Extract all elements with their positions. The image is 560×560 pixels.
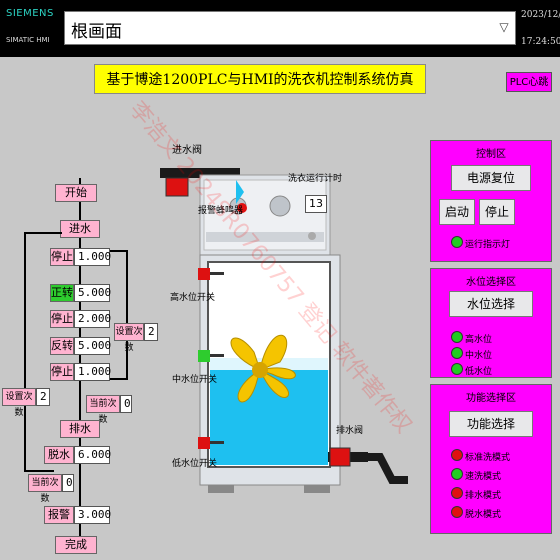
flow-stop2-value[interactable]: 2.000 <box>74 310 111 328</box>
function-panel: 功能选择区 功能选择 标准洗模式 速洗模式 排水模式 脱水模式 <box>430 384 552 534</box>
function-select-button[interactable]: 功能选择 <box>449 411 533 437</box>
control-panel-title: 控制区 <box>476 149 506 160</box>
water-level-panel: 水位选择区 水位选择 高水位 中水位 低水位 <box>430 268 552 378</box>
screen-selector[interactable]: 根画面 ▽ <box>64 11 516 45</box>
flow-alarm-value[interactable]: 3.000 <box>74 506 111 524</box>
flow-water-in: 进水 <box>60 220 100 238</box>
current-count-outer-value: 0 <box>62 474 74 492</box>
current-count-outer-label: 当前次数 <box>28 474 62 504</box>
drain-mode-led <box>451 487 463 499</box>
run-indicator-led <box>451 236 463 248</box>
wash-timer-value: 13 <box>305 195 327 213</box>
header-bar: SIEMENS SIMATIC HMI 根画面 ▽ 2023/12/7 17:2… <box>0 0 560 57</box>
siemens-logo: SIEMENS SIMATIC HMI <box>4 4 62 48</box>
drain-valve-label: 排水阀 <box>336 426 364 436</box>
control-panel: 控制区 电源复位 启动 停止 运行指示灯 <box>430 140 552 262</box>
washing-machine-graphic <box>160 168 408 493</box>
high-level-label: 高水位 <box>465 335 493 345</box>
screen-name: 根画面 <box>71 22 122 42</box>
quick-mode-label: 速洗模式 <box>465 472 502 482</box>
dehydrate-mode-label: 脱水模式 <box>465 510 502 520</box>
flow-loop-right <box>126 250 128 380</box>
water-level-panel-title: 水位选择区 <box>466 277 516 288</box>
brand-name: SIEMENS <box>6 8 54 19</box>
dehydrate-mode-led <box>451 506 463 518</box>
chevron-down-icon[interactable]: ▽ <box>497 20 511 34</box>
low-level-led <box>451 363 463 375</box>
current-count-inner-value: 0 <box>120 395 132 413</box>
page-title: 基于博途1200PLC与HMI的洗衣机控制系统仿真 <box>94 64 426 94</box>
date-display: 2023/12/7 <box>521 10 560 20</box>
standard-mode-label: 标准洗模式 <box>465 453 511 463</box>
wash-timer-label: 洗衣运行计时 <box>288 174 343 184</box>
flow-outer-loop-left <box>24 232 26 472</box>
set-count-outer-value[interactable]: 2 <box>36 388 50 406</box>
flow-outer-loop-bottom <box>24 470 54 472</box>
flow-outer-loop-top <box>24 232 62 234</box>
high-level-switch-label: 高水位开关 <box>170 293 216 303</box>
flow-stop3-value[interactable]: 1.000 <box>74 363 111 381</box>
flow-forward-value[interactable]: 5.000 <box>74 284 111 302</box>
quick-mode-led <box>451 468 463 480</box>
start-button[interactable]: 启动 <box>439 199 475 225</box>
flow-start: 开始 <box>55 184 97 202</box>
inlet-valve-label: 进水阀 <box>172 145 202 156</box>
product-name: SIMATIC HMI <box>6 36 50 44</box>
mid-level-led <box>451 347 463 359</box>
flow-dehydrate-label: 脱水 <box>44 446 74 464</box>
flow-forward-label: 正转 <box>50 284 74 302</box>
function-panel-title: 功能选择区 <box>466 393 516 404</box>
flow-stop1-label: 停止 <box>50 248 74 266</box>
set-count-inner-value[interactable]: 2 <box>144 323 158 341</box>
stop-button[interactable]: 停止 <box>479 199 515 225</box>
standard-mode-led <box>451 449 463 461</box>
run-indicator-label: 运行指示灯 <box>465 240 511 250</box>
flow-finish: 完成 <box>55 536 97 554</box>
power-reset-button[interactable]: 电源复位 <box>451 165 531 191</box>
water-level-select-button[interactable]: 水位选择 <box>449 291 533 317</box>
flow-drain: 排水 <box>60 420 100 438</box>
mid-level-label: 中水位 <box>465 351 493 361</box>
plc-heartbeat-indicator: PLC心跳 <box>506 72 552 92</box>
low-level-label: 低水位 <box>465 367 493 377</box>
time-display: 17:24:50 <box>521 37 560 47</box>
flow-alarm-label: 报警 <box>44 506 74 524</box>
drain-mode-label: 排水模式 <box>465 491 502 501</box>
flow-stop1-value[interactable]: 1.000 <box>74 248 111 266</box>
high-level-led <box>451 331 463 343</box>
set-count-outer-label: 设置次数 <box>2 388 36 418</box>
flow-dehydrate-value[interactable]: 6.000 <box>74 446 111 464</box>
flow-reverse-value[interactable]: 5.000 <box>74 337 111 355</box>
low-level-switch-label: 低水位开关 <box>172 459 218 469</box>
flow-stop2-label: 停止 <box>50 310 74 328</box>
mid-level-switch-label: 中水位开关 <box>172 375 218 385</box>
flow-reverse-label: 反转 <box>50 337 74 355</box>
flow-stop3-label: 停止 <box>50 363 74 381</box>
set-count-inner-label: 设置次数 <box>114 323 144 353</box>
current-count-inner-label: 当前次数 <box>86 395 120 425</box>
alarm-buzzer-label: 报警蜂鸣器 <box>198 206 244 216</box>
